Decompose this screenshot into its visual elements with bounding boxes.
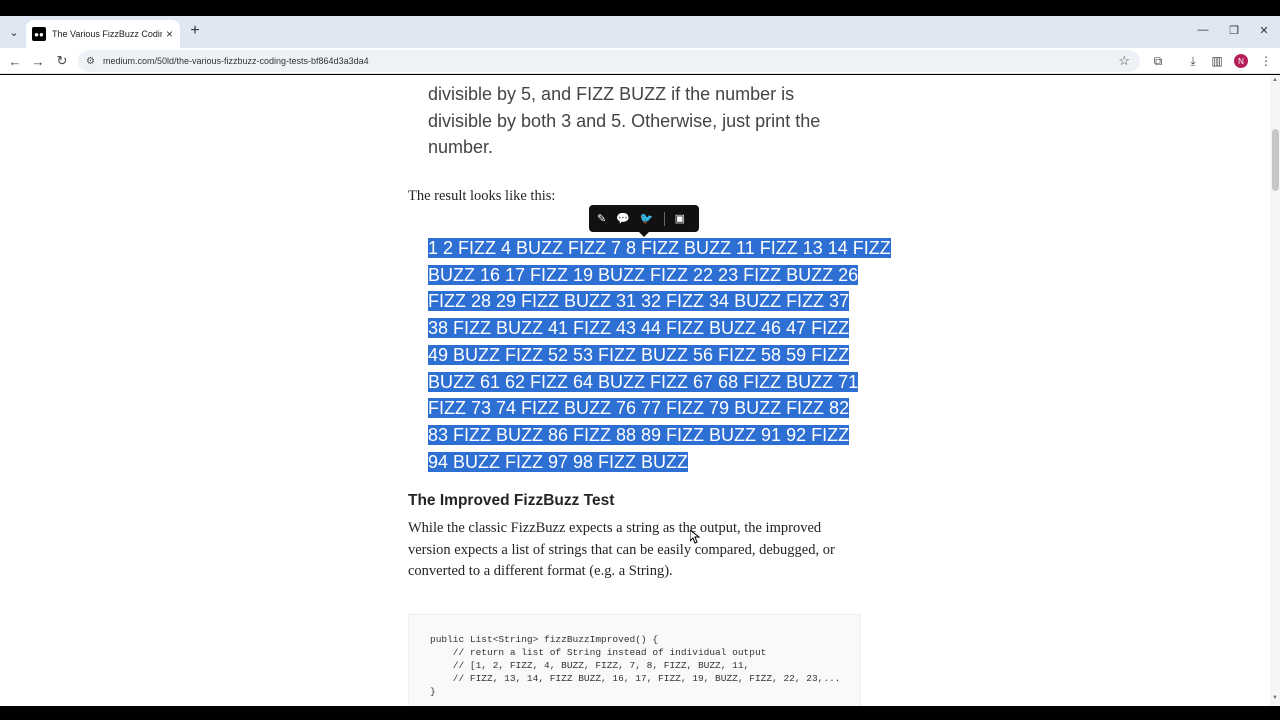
new-tab-plus-icon[interactable]: + <box>186 22 204 40</box>
code-line: } <box>430 686 436 697</box>
url-text: medium.com/50ld/the-various-fizzbuzz-cod… <box>102 56 369 66</box>
bookmark-star-icon[interactable]: ☆ <box>1118 53 1130 69</box>
toolbar-divider <box>663 211 665 226</box>
paragraph-line: While the classic FizzBuzz expects a str… <box>408 520 822 536</box>
private-note-icon[interactable]: ▣ <box>675 212 685 225</box>
selected-text-line[interactable]: FIZZ 73 74 FIZZ BUZZ 76 77 FIZZ 79 BUZZ … <box>428 398 850 419</box>
selected-text-line[interactable]: BUZZ 16 17 FIZZ 19 BUZZ FIZZ 22 23 FIZZ … <box>428 264 859 285</box>
menu-kebab-icon[interactable]: ⋮ <box>1257 52 1275 70</box>
scroll-up-icon[interactable]: ▲ <box>1272 77 1278 83</box>
blockquote: divisible by 5, and FIZZ BUZZ if the num… <box>428 81 858 161</box>
improved-paragraph: While the classic FizzBuzz expects a str… <box>408 518 868 583</box>
screen-top-border <box>0 0 1280 16</box>
selected-text-line[interactable]: 94 BUZZ FIZZ 97 98 FIZZ BUZZ <box>428 451 689 472</box>
selected-text-line[interactable]: 83 FIZZ BUZZ 86 FIZZ 88 89 FIZZ BUZZ 91 … <box>428 424 850 445</box>
side-panel-icon[interactable]: ▥ <box>1208 52 1226 70</box>
restore-icon[interactable]: ❐ <box>1224 24 1244 37</box>
minimize-icon[interactable]: — <box>1193 24 1213 36</box>
selected-text-line[interactable]: 1 2 FIZZ 4 BUZZ FIZZ 7 8 FIZZ BUZZ 11 FI… <box>428 238 891 258</box>
profile-avatar[interactable]: N <box>1234 54 1248 68</box>
selection-toolbar: ✎ 💬 🐦 ▣ <box>589 205 699 237</box>
vertical-scrollbar[interactable]: ▲ ▼ <box>1270 75 1280 706</box>
browser-toolbar: ← → ↻ ⚙ medium.com/50ld/the-various-fizz… <box>0 48 1280 74</box>
selected-text-line[interactable]: BUZZ 61 62 FIZZ 64 BUZZ FIZZ 67 68 FIZZ … <box>428 371 859 392</box>
quote-line: number. <box>428 137 494 158</box>
highlight-icon[interactable]: ✎ <box>597 212 606 225</box>
code-line: // FIZZ, 13, 14, FIZZ BUZZ, 16, 17, FIZZ… <box>430 673 841 684</box>
tab-title: The Various FizzBuzz Coding Te <box>52 29 162 39</box>
tab-strip: ⌄ ●● The Various FizzBuzz Coding Te × + … <box>0 16 1280 48</box>
section-heading: The Improved FizzBuzz Test <box>408 492 615 509</box>
quote-line: divisible by 5, and FIZZ BUZZ if the num… <box>428 84 795 104</box>
forward-arrow-icon[interactable]: → <box>29 52 47 70</box>
screen-bottom-border <box>0 706 1280 720</box>
window-close-icon[interactable]: ✕ <box>1254 24 1274 37</box>
code-line: // [1, 2, FIZZ, 4, BUZZ, FIZZ, 7, 8, FIZ… <box>430 660 750 671</box>
tab-close-icon[interactable]: × <box>166 27 173 41</box>
tab-search-chevron-icon[interactable]: ⌄ <box>4 22 24 42</box>
selected-text-line[interactable]: 38 FIZZ BUZZ 41 FIZZ 43 44 FIZZ BUZZ 46 … <box>428 318 850 339</box>
paragraph-line: version expects a list of strings that c… <box>408 541 835 558</box>
medium-favicon-icon: ●● <box>32 27 46 41</box>
article-page: divisible by 5, and FIZZ BUZZ if the num… <box>0 75 1270 706</box>
scroll-thumb[interactable] <box>1272 129 1279 191</box>
download-icon[interactable]: ⤓ <box>1184 52 1202 70</box>
comment-icon[interactable]: 💬 <box>616 212 630 225</box>
extensions-icon[interactable]: ⧉ <box>1149 52 1167 70</box>
quote-line: divisible by both 3 and 5. Otherwise, ju… <box>428 110 821 131</box>
fizzbuzz-output[interactable]: 1 2 FIZZ 4 BUZZ FIZZ 7 8 FIZZ BUZZ 11 FI… <box>428 235 891 475</box>
site-info-icon[interactable]: ⚙ <box>86 56 95 67</box>
back-arrow-icon[interactable]: ← <box>6 52 24 70</box>
address-bar[interactable]: ⚙ medium.com/50ld/the-various-fizzbuzz-c… <box>78 50 1140 72</box>
paragraph-line: converted to a different format (e.g. a … <box>408 563 673 579</box>
code-line: // return a list of String instead of in… <box>430 647 767 658</box>
reload-icon[interactable]: ↻ <box>53 52 71 70</box>
scroll-down-icon[interactable]: ▼ <box>1272 695 1278 701</box>
twitter-icon[interactable]: 🐦 <box>640 212 654 225</box>
code-block: public List<String> fizzBuzzImproved() {… <box>408 614 861 706</box>
selected-text-line[interactable]: 49 BUZZ FIZZ 52 53 FIZZ BUZZ 56 FIZZ 58 … <box>428 344 850 365</box>
active-tab[interactable]: ●● The Various FizzBuzz Coding Te × <box>26 20 180 48</box>
selected-text-line[interactable]: FIZZ 28 29 FIZZ BUZZ 31 32 FIZZ 34 BUZZ … <box>428 291 850 312</box>
code-line: public List<String> fizzBuzzImproved() { <box>430 634 659 645</box>
